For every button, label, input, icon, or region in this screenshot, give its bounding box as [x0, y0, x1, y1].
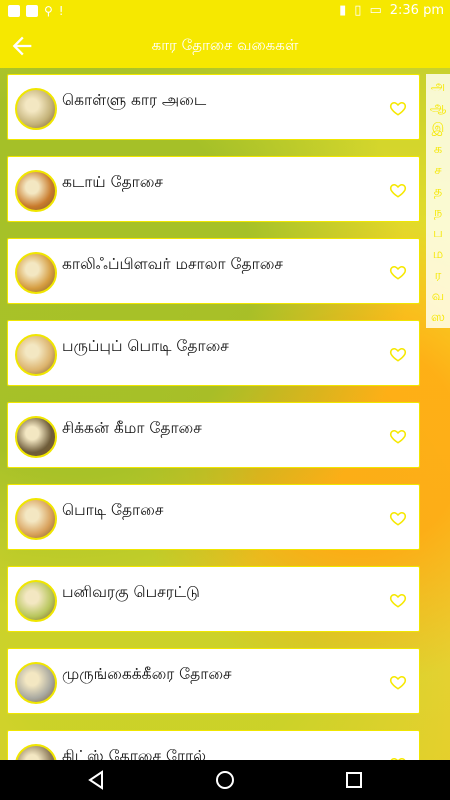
- navigation-bar: [0, 760, 450, 800]
- notification-icon: [26, 5, 38, 17]
- recipe-name: கடாய் தோசை: [62, 173, 164, 191]
- recipe-thumbnail: [15, 662, 57, 704]
- recipe-card[interactable]: பருப்புப் பொடி தோசை: [7, 320, 420, 386]
- recipe-name: கொள்ளு கார அடை: [62, 91, 207, 109]
- alphabet-letter[interactable]: த: [426, 181, 450, 202]
- recipe-thumbnail: [15, 580, 57, 622]
- recipe-list: கொள்ளு கார அடை கடாய் தோசை காலிஃப்பிளவர் மச…: [7, 74, 422, 760]
- signal-icon: ▮: [339, 3, 347, 18]
- recipe-thumbnail: [15, 170, 57, 212]
- clock: 2:36 pm: [389, 3, 444, 18]
- recipe-thumbnail: [15, 744, 57, 760]
- favorite-heart-icon[interactable]: [389, 99, 407, 117]
- recipe-name: காலிஃப்பிளவர் மசாலா தோசை: [62, 255, 283, 273]
- alert-icon: !: [58, 4, 64, 18]
- notification-icon: [8, 5, 20, 17]
- notification-icons: ⚲ !: [8, 4, 64, 18]
- recipe-card[interactable]: முருங்கைக்கீரை தோசை: [7, 648, 420, 714]
- usb-icon: ⚲: [44, 4, 53, 18]
- favorite-heart-icon[interactable]: [389, 181, 407, 199]
- favorite-heart-icon[interactable]: [389, 673, 407, 691]
- recipe-card[interactable]: சிக்கன் கீமா தோசை: [7, 402, 420, 468]
- alphabet-letter[interactable]: ச: [426, 160, 450, 181]
- recipe-list-area[interactable]: கொள்ளு கார அடை கடாய் தோசை காலிஃப்பிளவர் மச…: [0, 68, 450, 760]
- favorite-heart-icon[interactable]: [389, 345, 407, 363]
- recipe-thumbnail: [15, 334, 57, 376]
- status-bar: ⚲ ! ▮ ▯ ▭ 2:36 pm: [0, 0, 450, 24]
- recents-nav-icon[interactable]: [344, 770, 364, 790]
- system-icons: ▮ ▯ ▭ 2:36 pm: [339, 3, 444, 18]
- recipe-name: சிக்கன் கீமா தோசை: [62, 419, 202, 437]
- recipe-thumbnail: [15, 416, 57, 458]
- recipe-name: பொடி தோசை: [62, 501, 164, 519]
- favorite-heart-icon[interactable]: [389, 591, 407, 609]
- recipe-card[interactable]: பொடி தோசை: [7, 484, 420, 550]
- favorite-heart-icon[interactable]: [389, 509, 407, 527]
- alphabet-letter[interactable]: ம: [426, 244, 450, 265]
- favorite-heart-icon[interactable]: [389, 427, 407, 445]
- alphabet-letter[interactable]: ஆ: [426, 97, 450, 118]
- recipe-name: முருங்கைக்கீரை தோசை: [62, 665, 232, 683]
- recipe-thumbnail: [15, 88, 57, 130]
- battery-icon: ▭: [369, 3, 382, 18]
- page-title: கார தோசை வகைகள்: [151, 36, 299, 54]
- recipe-name: பனிவரகு பெசரட்டு: [62, 583, 200, 601]
- alphabet-letter[interactable]: ந: [426, 202, 450, 223]
- alphabet-letter[interactable]: ர: [426, 265, 450, 286]
- recipe-card[interactable]: கிட்ஸ் தோசை ரோல்: [7, 730, 420, 760]
- recipe-name: பருப்புப் பொடி தோசை: [62, 337, 229, 355]
- alphabet-index[interactable]: அஆஇகசதநபமரவஸ: [426, 74, 450, 328]
- recipe-card[interactable]: பனிவரகு பெசரட்டு: [7, 566, 420, 632]
- recipe-name: கிட்ஸ் தோசை ரோல்: [62, 747, 206, 760]
- recipe-card[interactable]: காலிஃப்பிளவர் மசாலா தோசை: [7, 238, 420, 304]
- alphabet-letter[interactable]: இ: [426, 118, 450, 139]
- recipe-thumbnail: [15, 498, 57, 540]
- home-nav-icon[interactable]: [215, 770, 235, 790]
- back-nav-icon[interactable]: [86, 770, 106, 790]
- recipe-thumbnail: [15, 252, 57, 294]
- recipe-card[interactable]: கடாய் தோசை: [7, 156, 420, 222]
- alphabet-letter[interactable]: வ: [426, 286, 450, 307]
- alphabet-letter[interactable]: ப: [426, 223, 450, 244]
- app-bar: கார தோசை வகைகள்: [0, 24, 450, 68]
- recipe-card[interactable]: கொள்ளு கார அடை: [7, 74, 420, 140]
- alphabet-letter[interactable]: அ: [426, 76, 450, 97]
- alphabet-letter[interactable]: ஸ: [426, 307, 450, 328]
- favorite-heart-icon[interactable]: [389, 263, 407, 281]
- sim-icon: ▯: [354, 3, 362, 18]
- alphabet-letter[interactable]: க: [426, 139, 450, 160]
